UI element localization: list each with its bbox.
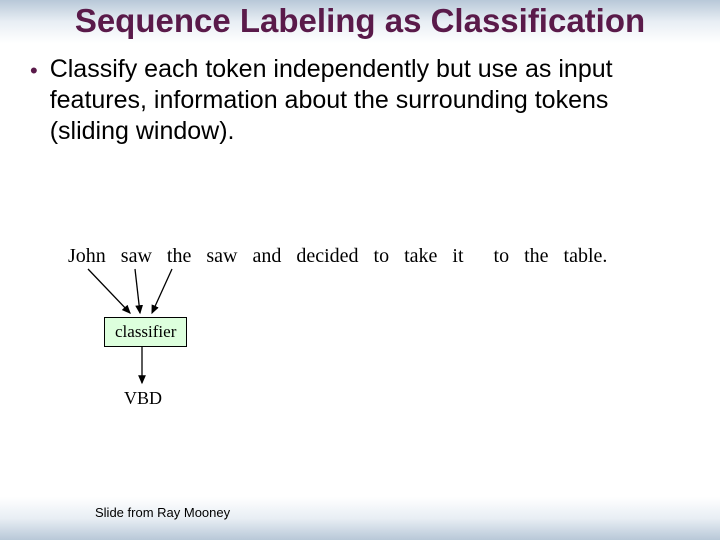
slide-title: Sequence Labeling as Classification xyxy=(0,0,720,40)
arrows-svg xyxy=(0,245,720,465)
token: saw xyxy=(206,245,237,268)
credit: Slide from Ray Mooney xyxy=(95,505,230,520)
token: take xyxy=(404,245,437,268)
token: to xyxy=(374,245,390,268)
token: the xyxy=(524,245,548,268)
token: and xyxy=(252,245,281,268)
bullet-text: Classify each token independently but us… xyxy=(50,54,690,148)
output-label: VBD xyxy=(124,388,162,409)
token: decided xyxy=(296,245,358,268)
token: the xyxy=(167,245,191,268)
token-row: John saw the saw and decided to take it … xyxy=(68,245,607,268)
body-area: • Classify each token independently but … xyxy=(0,54,720,148)
classifier-box: classifier xyxy=(104,317,187,347)
token: John xyxy=(68,245,106,268)
slide: Sequence Labeling as Classification • Cl… xyxy=(0,0,720,540)
bullet-item: • Classify each token independently but … xyxy=(30,54,690,148)
token: table. xyxy=(564,245,608,268)
token: it xyxy=(452,245,463,268)
diagram: John saw the saw and decided to take it … xyxy=(0,245,720,465)
token: saw xyxy=(121,245,152,268)
token: to xyxy=(494,245,510,268)
bullet-dot-icon: • xyxy=(30,56,38,86)
